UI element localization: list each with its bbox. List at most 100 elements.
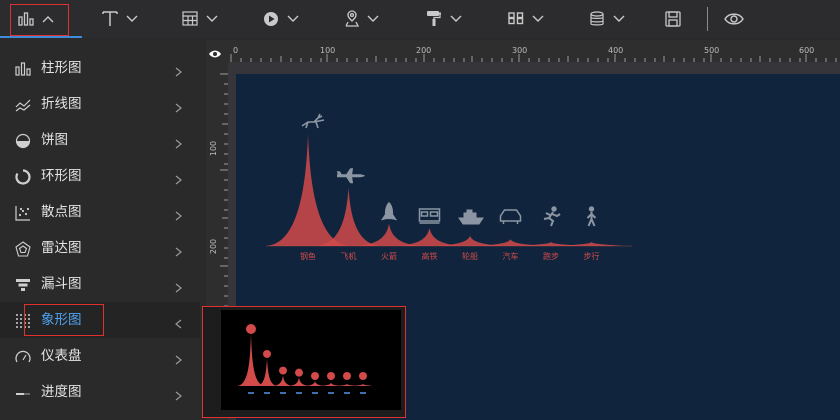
sidebar-item-label: 漏斗图 <box>41 276 82 292</box>
chevron-right-icon <box>175 386 182 405</box>
preview-symbol <box>246 324 256 334</box>
save-button[interactable] <box>665 0 681 37</box>
bar-chart-icon <box>15 61 31 77</box>
paint-roller-icon <box>426 10 442 27</box>
chevron-right-icon <box>175 206 182 225</box>
toolbar-divider <box>707 7 708 31</box>
active-tool-underline <box>0 36 82 38</box>
toolbar-map-button[interactable] <box>345 0 379 37</box>
table-icon <box>182 11 198 26</box>
map-pin-icon <box>345 10 359 27</box>
chart-category-label: 轮船 <box>462 251 478 261</box>
toolbar-number-button[interactable] <box>508 0 544 37</box>
funnel-chart-icon <box>15 277 31 293</box>
ship-icon <box>458 209 484 225</box>
database-icon <box>589 10 605 27</box>
preview-category-label <box>264 392 270 394</box>
chevron-down-icon <box>450 15 462 23</box>
ruler-tick-label: 100 <box>209 140 219 157</box>
chart-category-label: 步行 <box>584 251 600 261</box>
chevron-down-icon <box>126 15 138 23</box>
radar-chart-icon <box>15 241 31 257</box>
ruler-tick-label: 200 <box>209 238 219 255</box>
ruler-tick-label: 0 <box>233 46 239 55</box>
sidebar-item-label: 折线图 <box>41 96 82 112</box>
preview-category-label <box>344 392 350 394</box>
digital-number-icon <box>508 12 524 25</box>
preview-bar-spike <box>305 381 325 386</box>
preview-symbol <box>295 368 303 377</box>
train-icon <box>418 208 441 224</box>
sidebar-item-label: 进度图 <box>41 384 82 400</box>
chevron-right-icon <box>175 242 182 261</box>
sidebar-item-funnel[interactable]: 漏斗图 <box>0 266 200 302</box>
chart-category-label: 钢鱼 <box>300 251 316 261</box>
sidebar-item-pie[interactable]: 饼图 <box>0 122 200 158</box>
sidebar-item-progress[interactable]: 进度图 <box>0 374 200 410</box>
runner-icon <box>543 206 561 227</box>
chevron-down-icon <box>287 15 299 23</box>
chart-category-label: 高铁 <box>422 251 438 261</box>
sidebar-item-label: 散点图 <box>41 204 82 220</box>
toolbar-media-button[interactable] <box>263 0 299 37</box>
sidebar-item-scatter[interactable]: 散点图 <box>0 194 200 230</box>
chevron-down-icon <box>367 15 379 23</box>
chevron-right-icon <box>175 98 182 117</box>
active-tool-highlight <box>10 4 69 36</box>
toolbar-style-button[interactable] <box>426 0 462 37</box>
chart-bar-spike[interactable] <box>559 242 624 246</box>
eye-icon <box>208 44 222 63</box>
car-icon <box>499 209 522 224</box>
sidebar-item-radar[interactable]: 雷达图 <box>0 230 200 266</box>
chevron-right-icon <box>175 350 182 369</box>
component-sidebar: 柱形图 折线图 饼图 环形图 散点图 雷达图 漏斗图 象形图 仪表盘 进度图 <box>0 40 206 420</box>
preview-symbol <box>327 372 335 380</box>
ruler-tick-label: 200 <box>416 46 432 55</box>
preview-button[interactable] <box>724 0 744 37</box>
top-toolbar <box>0 0 840 38</box>
chart-category-label: 跑步 <box>543 252 559 261</box>
progress-icon <box>15 385 31 401</box>
chart-category-label: 汽车 <box>503 251 519 261</box>
toolbar-text-button[interactable] <box>102 0 138 37</box>
ruler-visibility-toggle[interactable] <box>206 40 228 62</box>
line-chart-icon <box>15 97 31 113</box>
chevron-right-icon <box>175 170 182 189</box>
horizontal-ruler[interactable]: 0 100 200 300 400 500 600 <box>206 40 840 62</box>
chevron-down-icon <box>206 15 218 23</box>
sidebar-item-label: 雷达图 <box>41 240 82 256</box>
chevron-down-icon <box>613 15 625 23</box>
sidebar-item-gauge[interactable]: 仪表盘 <box>0 338 200 374</box>
ring-chart-icon <box>15 169 31 185</box>
sidebar-item-ring[interactable]: 环形图 <box>0 158 200 194</box>
preview-category-label <box>360 392 366 394</box>
sidebar-item-line[interactable]: 折线图 <box>0 86 200 122</box>
ruler-tick-label: 400 <box>608 46 624 55</box>
preview-category-label <box>328 392 334 394</box>
toolbar-data-button[interactable] <box>589 0 625 37</box>
preview-category-label <box>280 392 286 394</box>
plane-icon <box>336 168 365 184</box>
preview-bar-spike <box>337 384 357 386</box>
chart-category-label: 飞机 <box>341 251 357 261</box>
chart-category-label: 火箭 <box>381 251 397 261</box>
ruler-tick-label: 100 <box>320 46 336 55</box>
toolbar-table-button[interactable] <box>182 0 218 37</box>
scatter-chart-icon <box>15 205 31 221</box>
sidebar-item-label: 柱形图 <box>41 60 82 76</box>
text-icon <box>102 10 118 27</box>
sidebar-item-label: 仪表盘 <box>41 348 82 364</box>
preview-bar-spike <box>321 382 341 386</box>
sidebar-item-bar[interactable]: 柱形图 <box>0 50 200 86</box>
chevron-down-icon <box>532 15 544 23</box>
preview-bar-spike <box>289 377 309 386</box>
chart-preview-thumbnail[interactable] <box>221 310 401 410</box>
eye-icon <box>724 12 744 26</box>
preview-symbol <box>311 372 319 380</box>
preview-bar-spike <box>353 384 373 386</box>
chart-preview-popup[interactable] <box>202 306 406 418</box>
preview-symbol <box>343 372 351 380</box>
chart-bar-spike[interactable] <box>397 228 462 246</box>
preview-symbol <box>263 349 271 358</box>
chart-bar-spike[interactable] <box>266 134 350 246</box>
